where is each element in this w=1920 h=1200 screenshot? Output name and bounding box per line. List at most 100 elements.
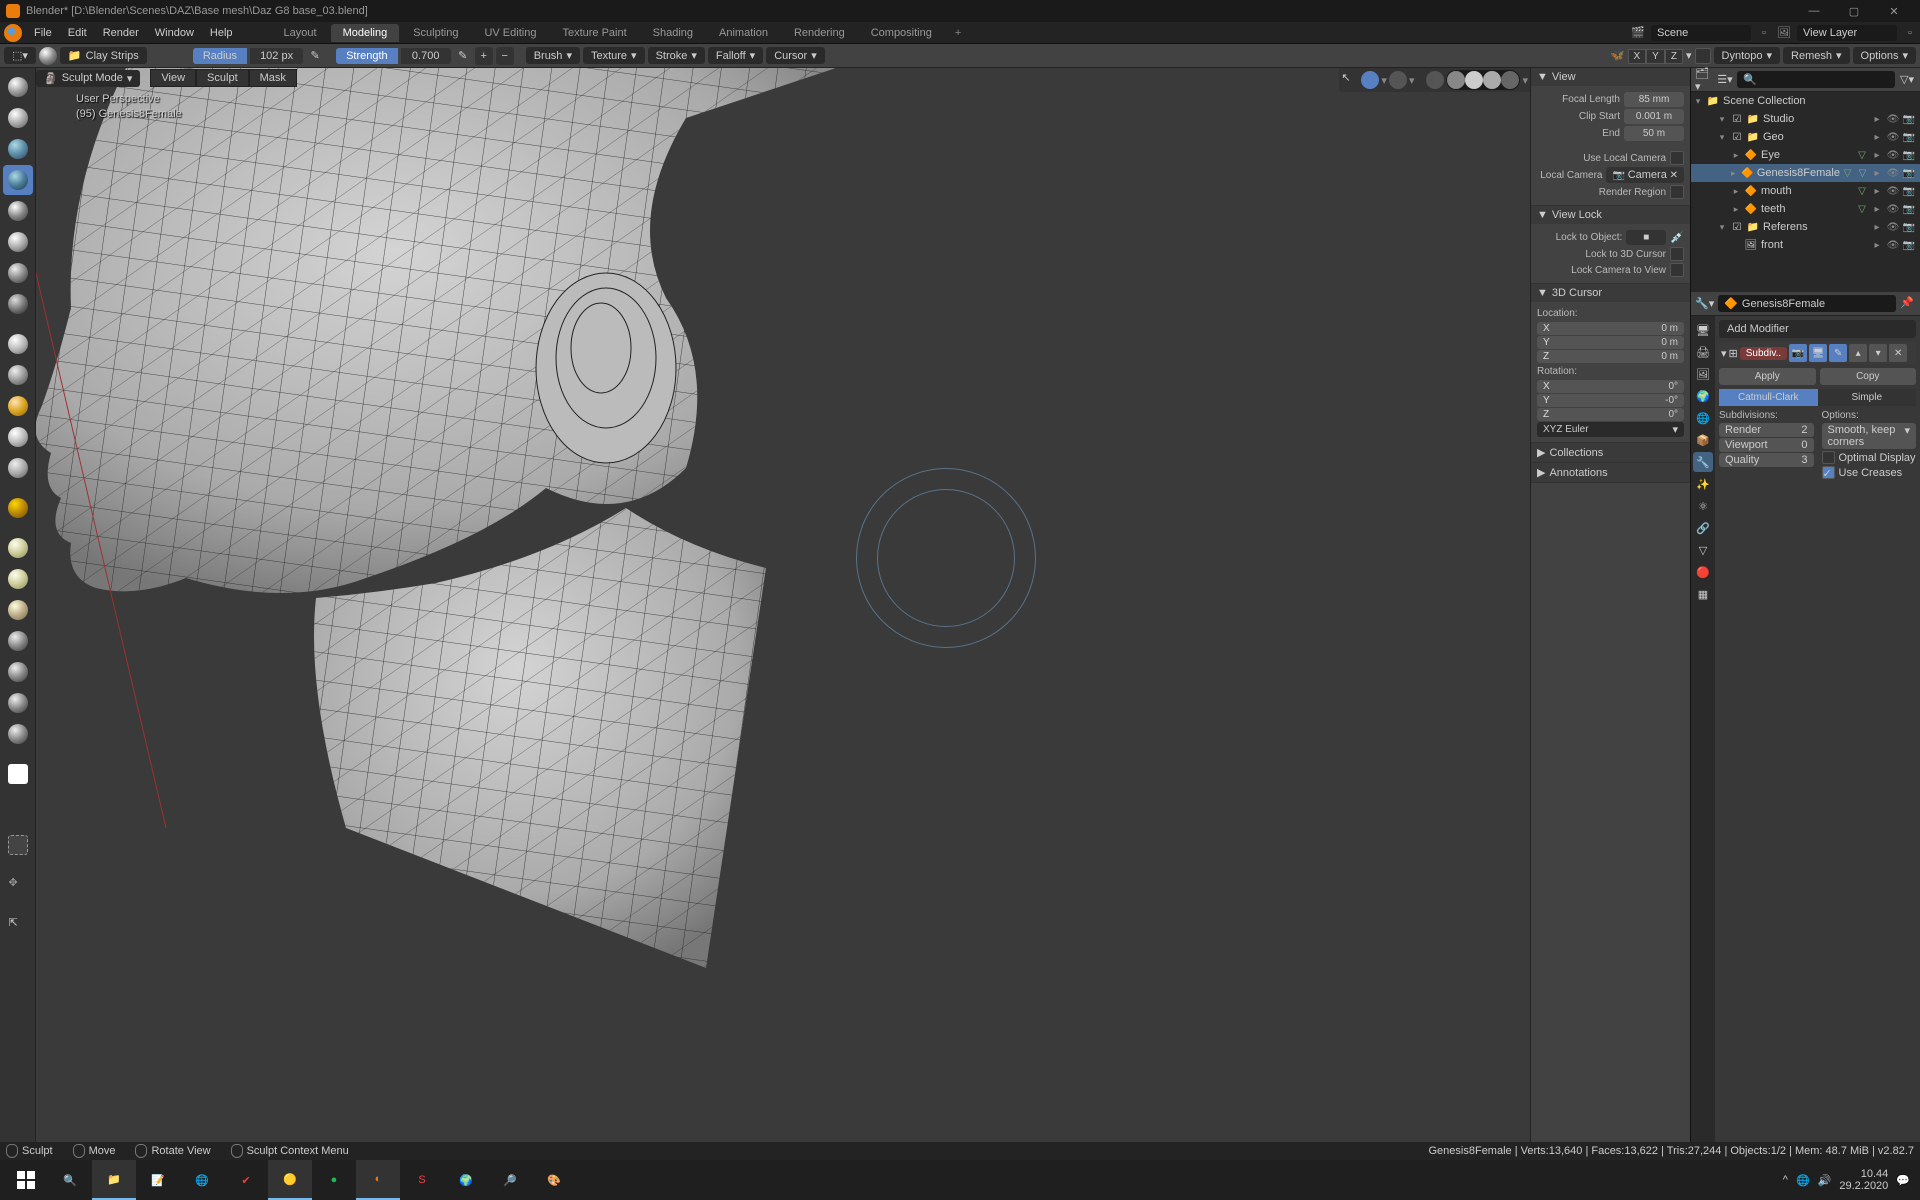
workspace-tab-shading[interactable]: Shading [641,24,705,42]
lock-object-select[interactable]: ■ [1626,230,1666,245]
cursor3d-panel-header[interactable]: ▼ 3D Cursor [1531,284,1690,302]
blender-icon[interactable] [4,24,22,42]
viewlayer-browse-icon[interactable]: 🖼 [1775,24,1793,42]
scene-browse-icon[interactable]: 🎬 [1629,24,1647,42]
outliner-row[interactable]: ▾☑📁Referens▸👁📷 [1691,218,1920,236]
stroke-popover[interactable]: Stroke ▾ [648,47,705,64]
cursor-rot-x[interactable]: X0° [1537,380,1684,393]
dyntopo-toggle[interactable] [1695,48,1711,64]
ptab-scene[interactable]: 🌍 [1693,386,1713,406]
clock[interactable]: 10.44 29.2.2020 [1839,1168,1888,1192]
shading-matcap[interactable] [1483,71,1501,89]
outliner[interactable]: ▾📁Scene Collection ▾☑📁Studio▸👁📷▾☑📁Geo▸👁📷… [1691,92,1920,292]
strength-label-button[interactable]: Strength [336,48,398,64]
focal-length-input[interactable]: 85 mm [1624,92,1684,107]
ptab-object[interactable]: 📦 [1693,430,1713,450]
tool-transform[interactable]: ⇱ [3,910,33,940]
minimize-button[interactable]: — [1794,0,1834,22]
creases-checkbox[interactable]: ✓ [1822,466,1835,479]
shading-wireframe[interactable] [1447,71,1465,89]
tool-flatten[interactable] [3,360,33,390]
gizmo-toggle[interactable] [1361,71,1379,89]
cursor-loc-x[interactable]: X0 m [1537,322,1684,335]
modifier-edit-toggle[interactable]: ✎ [1829,344,1847,362]
brush-select[interactable]: 📁 Clay Strips [60,47,147,64]
menu-edit[interactable]: Edit [60,24,95,42]
pin-icon[interactable]: 📌 [1900,296,1916,312]
taskbar-paint[interactable]: 🎨 [532,1160,576,1200]
system-tray[interactable]: ^ 🌐 🔊 10.44 29.2.2020 💬 [1783,1168,1916,1192]
tool-slide[interactable] [3,759,33,789]
viewlayer-new-button[interactable]: ▫ [1901,24,1919,42]
taskbar-blender[interactable]: ◐ [356,1160,400,1200]
taskbar-app-s[interactable]: S [400,1160,444,1200]
outliner-editor-select[interactable]: 🗂▾ [1695,71,1713,89]
annotations-header[interactable]: ▶ Annotations [1531,463,1690,482]
apply-button[interactable]: Apply [1719,368,1816,385]
modifier-up-button[interactable]: ▴ [1849,344,1867,362]
ptab-texture[interactable]: ▦ [1693,584,1713,604]
catmull-button[interactable]: Catmull-Clark [1719,389,1818,406]
tool-nudge[interactable] [3,688,33,718]
workspace-tab-modeling[interactable]: Modeling [331,24,400,42]
tool-draw-sharp[interactable] [3,103,33,133]
workspace-tab-texpaint[interactable]: Texture Paint [550,24,638,42]
copy-button[interactable]: Copy [1820,368,1917,385]
outliner-display-select[interactable]: ☰▾ [1716,71,1734,89]
tool-thumb[interactable] [3,626,33,656]
overlay-toggle[interactable] [1389,71,1407,89]
radius-pressure-icon[interactable]: ✎ [306,47,324,65]
taskbar-todoist[interactable]: ✔ [224,1160,268,1200]
mode-select[interactable]: 🗿 Sculpt Mode ▾ [36,70,140,87]
cursor-rot-z[interactable]: Z0° [1537,408,1684,421]
workspace-tab-uv[interactable]: UV Editing [472,24,548,42]
tool-draw[interactable] [3,72,33,102]
tray-network-icon[interactable]: 🌐 [1796,1174,1810,1187]
editor-type-select[interactable]: ⬚▾ [4,47,36,64]
view-menu[interactable]: View [150,69,196,87]
shading-rendered[interactable] [1501,71,1519,89]
disclose-icon[interactable]: ▾ [1721,347,1727,360]
clip-start-input[interactable]: 0.001 m [1624,109,1684,124]
workspace-add-button[interactable]: + [945,24,971,42]
outliner-row[interactable]: ▾☑📁Geo▸👁📷 [1691,128,1920,146]
lock-camera-checkbox[interactable] [1670,263,1684,277]
cursor-popover[interactable]: Cursor ▾ [766,47,825,64]
menu-file[interactable]: File [26,24,60,42]
gizmo-select-icon[interactable]: ↖ [1341,71,1359,89]
viewport-levels-input[interactable]: Viewport0 [1719,438,1814,452]
radius-label-button[interactable]: Radius [193,48,247,64]
workspace-tab-sculpting[interactable]: Sculpting [401,24,470,42]
tool-scrape[interactable] [3,422,33,452]
outliner-filter-icon[interactable]: ▽▾ [1898,71,1916,89]
simple-button[interactable]: Simple [1818,389,1917,406]
tool-inflate[interactable] [3,227,33,257]
outliner-row[interactable]: ▸🔶teeth▽▸👁📷 [1691,200,1920,218]
outliner-row[interactable]: ▸🔶Genesis8Female▽▽▸👁📷 [1691,164,1920,182]
add-modifier-select[interactable]: Add Modifier [1719,320,1916,338]
maximize-button[interactable]: ▢ [1834,0,1874,22]
modifier-name-input[interactable]: Subdiv.. [1740,347,1787,360]
cursor-loc-z[interactable]: Z0 m [1537,350,1684,363]
optimal-checkbox[interactable] [1822,451,1835,464]
ptab-world[interactable]: 🌐 [1693,408,1713,428]
outliner-search[interactable]: 🔍 [1737,71,1895,88]
3d-viewport[interactable]: 🗿 Sculpt Mode ▾ View Sculpt Mask User Pe… [36,68,1530,1142]
rotation-mode-select[interactable]: XYZ Euler▾ [1537,422,1684,437]
props-breadcrumb[interactable]: 🔶 Genesis8Female [1718,295,1896,312]
ptab-modifier[interactable]: 🔧 [1693,452,1713,472]
modifier-render-toggle[interactable]: 📷 [1789,344,1807,362]
menu-render[interactable]: Render [95,24,147,42]
workspace-tab-anim[interactable]: Animation [707,24,780,42]
eyedropper-icon[interactable]: 💉 [1670,231,1684,244]
menu-help[interactable]: Help [202,24,241,42]
uv-smooth-select[interactable]: Smooth, keep corners▾ [1822,423,1917,449]
collections-header[interactable]: ▶ Collections [1531,443,1690,462]
outliner-row[interactable]: ▸🔶mouth▽▸👁📷 [1691,182,1920,200]
tool-smooth[interactable] [3,329,33,359]
notifications-icon[interactable]: 💬 [1896,1174,1910,1187]
local-camera-select[interactable]: 📷 Camera ✕ [1606,167,1684,183]
render-region-checkbox[interactable] [1670,185,1684,199]
modifier-delete-button[interactable]: ✕ [1889,344,1907,362]
scene-new-button[interactable]: ▫ [1755,24,1773,42]
